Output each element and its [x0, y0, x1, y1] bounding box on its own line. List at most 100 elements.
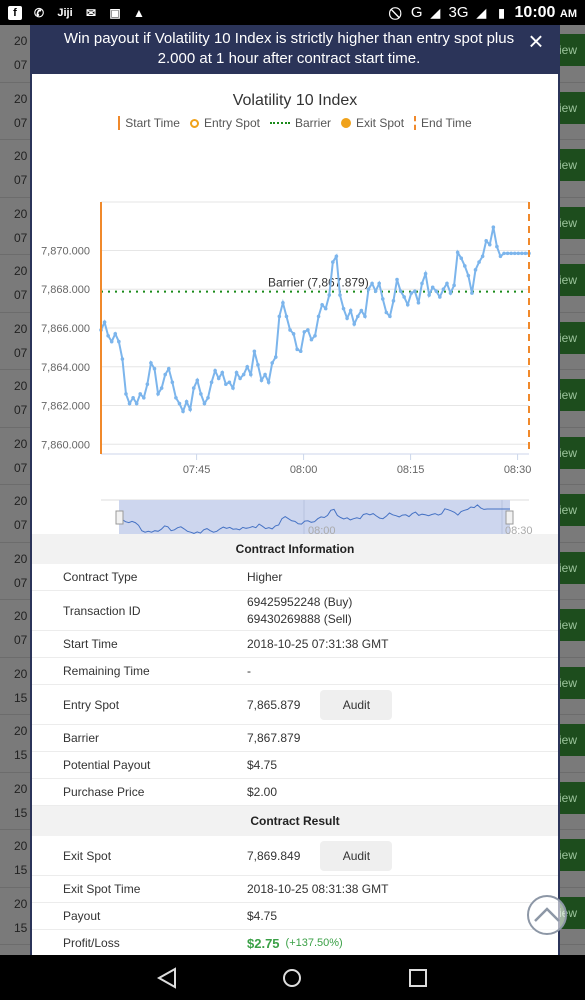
info-row: Contract Type Higher: [32, 564, 558, 591]
view-button[interactable]: iew: [557, 666, 585, 699]
price-point: [455, 250, 460, 255]
view-button[interactable]: iew: [557, 379, 585, 411]
price-point: [291, 332, 296, 336]
view-button[interactable]: iew: [557, 206, 585, 239]
view-button[interactable]: iew: [557, 264, 585, 296]
info-label: Payout: [63, 909, 101, 923]
row-date: 20: [14, 91, 28, 106]
row-datetime: 20 07: [14, 489, 27, 537]
price-line: [100, 226, 529, 414]
price-point: [288, 328, 292, 332]
close-icon[interactable]: ×: [526, 28, 546, 54]
row-time: 07: [14, 288, 28, 302]
price-point: [363, 314, 367, 319]
y-tick-label: 7,860.000: [41, 439, 90, 451]
row-date: 20: [14, 436, 28, 451]
row-datetime: 20 07: [14, 144, 27, 192]
info-value-text: $2.00: [247, 785, 278, 799]
price-point: [438, 295, 442, 299]
view-button[interactable]: iew: [557, 149, 585, 181]
network-3g-label: 3G: [448, 4, 469, 21]
view-button[interactable]: iew: [557, 839, 585, 871]
buy-transaction-id: 69425952248 (Buy): [247, 594, 353, 609]
row-time: 07: [14, 173, 28, 187]
info-value-text: 7,867.879: [247, 731, 301, 745]
price-point: [434, 289, 439, 293]
price-point: [106, 333, 110, 338]
price-point: [270, 361, 274, 365]
gmail-icon: ✉: [85, 5, 97, 20]
info-value-text: $4.75: [247, 909, 278, 923]
info-value-text: 7,865.879: [247, 697, 301, 712]
contract-result-table: Exit Spot 7,869.849 Audit Exit Spot Time 201…: [32, 836, 558, 955]
view-button[interactable]: iew: [557, 551, 585, 584]
back-icon[interactable]: [156, 967, 178, 989]
row-time: 07: [14, 518, 28, 532]
price-point: [345, 316, 349, 321]
info-value: 7,869.849 Audit: [247, 840, 558, 871]
contract-information-title: Contract Information: [32, 534, 558, 564]
price-point: [384, 310, 389, 315]
info-row: Barrier 7,867.879: [32, 725, 558, 752]
navigator-left-handle[interactable]: [115, 510, 124, 525]
recents-icon[interactable]: [407, 967, 429, 989]
view-button[interactable]: iew: [557, 34, 585, 66]
row-datetime: 20 15: [14, 719, 27, 767]
info-value: -: [247, 664, 558, 678]
view-button[interactable]: iew: [557, 609, 585, 641]
price-point: [505, 251, 510, 256]
y-tick-label: 7,866.000: [41, 323, 90, 335]
scroll-to-top-button[interactable]: [527, 895, 567, 935]
view-button[interactable]: iew: [557, 436, 585, 469]
price-point: [356, 314, 360, 319]
price-point: [124, 392, 128, 396]
info-label: Transaction ID: [63, 603, 141, 618]
price-point: [281, 301, 285, 305]
price-point: [249, 372, 253, 377]
row-date: 20: [14, 724, 28, 738]
info-row: Potential Payout $4.75: [32, 752, 558, 779]
row-date: 20: [14, 264, 28, 278]
price-chart[interactable]: 7,860.000 7,862.000 7,864.000 7,866.000 7,86…: [32, 74, 558, 534]
navigator-tick-label: 08:00: [308, 525, 336, 534]
price-point: [177, 401, 182, 406]
price-point: [227, 380, 232, 385]
info-label: Exit Spot Time: [63, 882, 141, 896]
row-datetime: 20 07: [14, 202, 27, 250]
audit-button[interactable]: Audit: [320, 840, 393, 871]
price-point: [402, 295, 406, 299]
price-point: [391, 299, 396, 303]
clock-time: 10:00: [514, 3, 556, 21]
signal-3g-icon: ◢: [476, 5, 487, 20]
price-point: [159, 386, 164, 390]
price-point: [373, 289, 378, 293]
contract-description: Win payout if Volatility 10 Index is str…: [63, 30, 515, 67]
view-button[interactable]: iew: [557, 494, 585, 526]
view-button[interactable]: iew: [557, 724, 585, 756]
price-point: [195, 378, 200, 383]
price-point: [113, 332, 118, 336]
view-button[interactable]: iew: [557, 781, 585, 814]
gallery-icon: ▣: [109, 5, 121, 20]
network-g-label: G: [410, 4, 423, 21]
price-point: [441, 287, 446, 292]
row-time: 07: [14, 633, 28, 647]
view-button[interactable]: iew: [557, 321, 585, 354]
audit-button[interactable]: Audit: [320, 689, 393, 720]
info-label: Start Time: [63, 637, 118, 651]
y-tick-label: 7,864.000: [41, 362, 90, 374]
navigator-right-handle[interactable]: [505, 510, 514, 525]
x-tick-label: 07:45: [183, 464, 211, 476]
price-point: [134, 401, 139, 406]
home-icon[interactable]: [281, 967, 303, 989]
price-point: [316, 314, 321, 319]
row-date: 20: [14, 551, 28, 566]
info-label: Remaining Time: [63, 664, 150, 678]
price-point: [495, 244, 499, 249]
info-value: $2.75 (+137.50%): [247, 936, 558, 951]
row-time: 07: [14, 345, 28, 360]
view-button[interactable]: iew: [557, 91, 585, 124]
warning-icon: ▲: [133, 5, 145, 20]
price-point: [163, 372, 167, 377]
info-value-text: 7,869.849: [247, 848, 301, 863]
